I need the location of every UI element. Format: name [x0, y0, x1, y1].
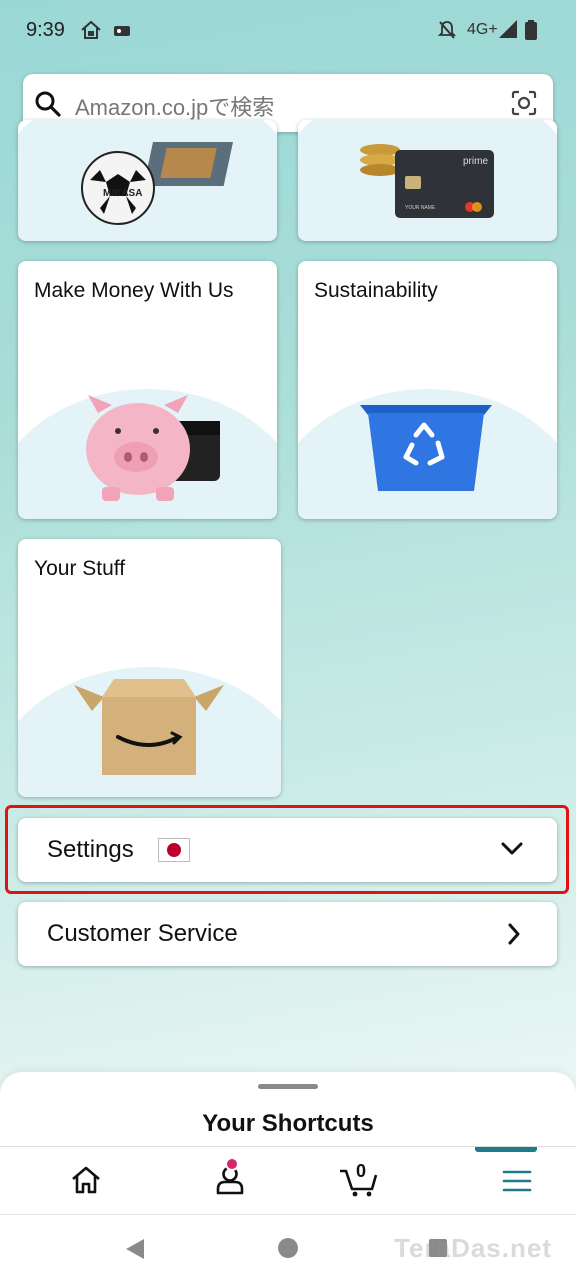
- customer-service-button[interactable]: Customer Service: [18, 902, 557, 966]
- card-brand: prime: [463, 156, 489, 167]
- card-partial-credit[interactable]: prime YOUR NAME: [298, 120, 557, 241]
- card-title: Make Money With Us: [34, 279, 234, 302]
- card-your-stuff[interactable]: Your Stuff: [18, 539, 281, 797]
- card-sustainability[interactable]: Sustainability: [298, 261, 557, 519]
- search-input[interactable]: Amazon.co.jpで検索: [75, 90, 274, 122]
- card-title: Sustainability: [314, 279, 438, 302]
- piggy-bank-illustration: [78, 391, 228, 511]
- recycle-bin-illustration: [356, 399, 496, 499]
- shortcuts-sheet[interactable]: Your Shortcuts: [0, 1072, 576, 1146]
- signal-icon: [499, 20, 517, 43]
- card-partial-sports[interactable]: MIKASA: [18, 120, 277, 241]
- nav-cart[interactable]: [302, 1147, 446, 1215]
- status-time: 9:39: [26, 19, 65, 41]
- card-illustration: [143, 142, 238, 207]
- home-system-icon[interactable]: [277, 1237, 299, 1264]
- camera-scan-icon[interactable]: [511, 90, 537, 121]
- network-type: 4G+: [467, 21, 498, 38]
- nav-home[interactable]: [14, 1147, 158, 1215]
- notification-badge: [225, 1157, 239, 1171]
- system-navigation-bar: TeraDas.net: [0, 1214, 576, 1281]
- battery-icon: [525, 20, 537, 45]
- cart-count: 0: [356, 1161, 367, 1181]
- back-icon[interactable]: [124, 1237, 146, 1266]
- shortcuts-title: Your Shortcuts: [202, 1110, 374, 1137]
- highlight-box: [5, 805, 569, 894]
- menu-icon: [502, 1170, 532, 1192]
- card-holder: YOUR NAME: [405, 205, 436, 211]
- home-status-icon: [80, 20, 102, 45]
- card-title: Your Stuff: [34, 557, 126, 580]
- chevron-right-icon: [507, 923, 521, 950]
- bottom-nav: 0: [0, 1146, 576, 1215]
- nav-menu[interactable]: [446, 1147, 576, 1215]
- search-icon[interactable]: [35, 91, 61, 122]
- tag-status-icon: [114, 24, 132, 42]
- amazon-box-illustration: [74, 677, 224, 782]
- card-make-money[interactable]: Make Money With Us: [18, 261, 277, 519]
- sheet-grabber[interactable]: [258, 1084, 318, 1089]
- chip-icon: [405, 176, 421, 189]
- home-icon: [72, 1166, 100, 1194]
- watermark: TeraDas.net: [394, 1233, 552, 1263]
- customer-service-label: Customer Service: [47, 920, 238, 947]
- status-bar: 9:39 4G+: [0, 0, 576, 62]
- notifications-off-icon: [437, 20, 457, 45]
- credit-card-illustration: prime YOUR NAME: [395, 150, 494, 218]
- ball-brand: MIKASA: [103, 188, 143, 199]
